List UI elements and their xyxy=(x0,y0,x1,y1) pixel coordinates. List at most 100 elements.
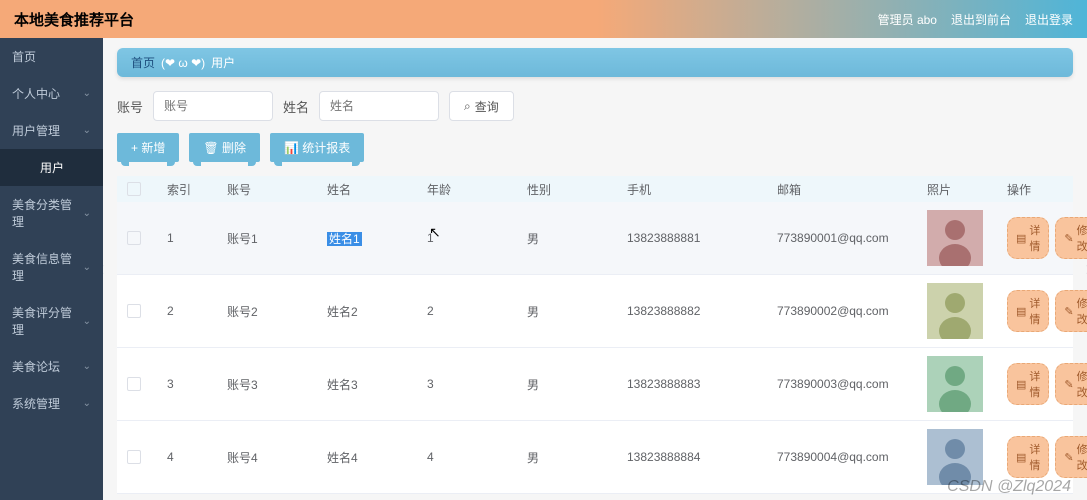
cell-index: 3 xyxy=(167,377,227,391)
sidebar-item-label: 美食评分管理 xyxy=(12,304,83,338)
sidebar-item-2[interactable]: 用户管理⌄ xyxy=(0,112,103,149)
breadcrumb-home[interactable]: 首页 xyxy=(131,54,155,71)
sidebar-item-label: 美食信息管理 xyxy=(12,250,83,284)
detail-button[interactable]: ▤详情 xyxy=(1007,363,1049,405)
table-row: 4账号4姓名44男13823888884773890004@qq.com▤详情✎… xyxy=(117,421,1073,494)
logout-link[interactable]: 退出登录 xyxy=(1025,11,1073,28)
main-panel: ‹ › 首页 (❤ ω ❤) 用户 账号 姓名 ⌕ 查询 + 新增 🗑 删除 📊… xyxy=(103,38,1087,500)
cell-gender: 男 xyxy=(527,376,627,393)
cell-email: 773890004@qq.com xyxy=(777,450,927,464)
chart-icon: 📊 xyxy=(284,141,302,155)
row-ops: ▤详情✎修改🗑删除 xyxy=(1007,436,1087,478)
detail-button[interactable]: ▤详情 xyxy=(1007,436,1049,478)
edit-button[interactable]: ✎修改 xyxy=(1055,290,1087,332)
cell-phone: 13823888883 xyxy=(627,377,777,391)
cell-account: 账号3 xyxy=(227,376,327,393)
col-age: 年龄 xyxy=(427,181,527,198)
plus-icon: + xyxy=(131,141,141,155)
cell-account: 账号2 xyxy=(227,303,327,320)
col-email: 邮箱 xyxy=(777,181,927,198)
sidebar-item-8[interactable]: 系统管理⌄ xyxy=(0,385,103,422)
sidebar-item-label: 美食论坛 xyxy=(12,358,60,375)
cell-email: 773890003@qq.com xyxy=(777,377,927,391)
row-checkbox[interactable] xyxy=(127,450,141,464)
sidebar-item-1[interactable]: 个人中心⌄ xyxy=(0,75,103,112)
cell-index: 1 xyxy=(167,231,227,245)
avatar[interactable] xyxy=(927,283,983,339)
search-icon: ⌕ xyxy=(464,99,471,114)
sidebar-item-3[interactable]: 用户 xyxy=(0,149,103,186)
cell-account: 账号1 xyxy=(227,230,327,247)
chevron-down-icon: ⌄ xyxy=(83,125,91,136)
col-photo: 照片 xyxy=(927,181,1007,198)
row-checkbox[interactable] xyxy=(127,231,141,245)
data-table: 索引 账号 姓名 年龄 性别 手机 邮箱 照片 操作 1账号1姓名11男1382… xyxy=(117,176,1073,494)
cell-index: 4 xyxy=(167,450,227,464)
cell-gender: 男 xyxy=(527,230,627,247)
name-input[interactable] xyxy=(319,91,439,121)
edit-icon: ✎ xyxy=(1064,378,1073,391)
exit-to-front-link[interactable]: 退出到前台 xyxy=(951,11,1011,28)
cell-phone: 13823888881 xyxy=(627,231,777,245)
cell-name: 姓名1 xyxy=(327,230,427,247)
col-phone: 手机 xyxy=(627,181,777,198)
carousel-prev-icon[interactable]: ‹ xyxy=(103,249,111,289)
edit-button[interactable]: ✎修改 xyxy=(1055,436,1087,478)
sidebar-item-label: 用户 xyxy=(40,159,64,176)
col-ops: 操作 xyxy=(1007,181,1063,198)
cell-index: 2 xyxy=(167,304,227,318)
sidebar-item-5[interactable]: 美食信息管理⌄ xyxy=(0,240,103,294)
breadcrumb-current: 用户 xyxy=(211,54,235,71)
chevron-down-icon: ⌄ xyxy=(83,208,91,219)
row-checkbox[interactable] xyxy=(127,377,141,391)
cell-name: 姓名2 xyxy=(327,303,427,320)
doc-icon: ▤ xyxy=(1016,232,1026,245)
sidebar-item-7[interactable]: 美食论坛 ⌄ xyxy=(0,348,103,385)
sidebar-item-label: 系统管理 xyxy=(12,395,60,412)
sidebar-item-6[interactable]: 美食评分管理⌄ xyxy=(0,294,103,348)
stats-button[interactable]: 📊 统计报表 xyxy=(270,133,364,162)
delete-button[interactable]: 🗑 删除 xyxy=(189,133,260,162)
sidebar: 首页个人中心⌄用户管理⌄用户美食分类管理⌄美食信息管理⌄美食评分管理⌄美食论坛⌄… xyxy=(0,38,103,500)
cell-age: 1 xyxy=(427,231,527,245)
table-row: 3账号3姓名33男13823888883773890003@qq.com▤详情✎… xyxy=(117,348,1073,421)
edit-button[interactable]: ✎修改 xyxy=(1055,363,1087,405)
detail-button[interactable]: ▤详情 xyxy=(1007,217,1049,259)
name-label: 姓名 xyxy=(283,97,309,116)
account-input[interactable] xyxy=(153,91,273,121)
doc-icon: ▤ xyxy=(1016,305,1026,318)
header-actions: 管理员 abo 退出到前台 退出登录 xyxy=(878,11,1073,28)
cell-age: 3 xyxy=(427,377,527,391)
breadcrumb-sep: (❤ ω ❤) xyxy=(161,56,205,70)
detail-button[interactable]: ▤详情 xyxy=(1007,290,1049,332)
search-bar: 账号 姓名 ⌕ 查询 xyxy=(117,91,1073,121)
trash-icon: 🗑 xyxy=(203,141,222,155)
cell-email: 773890001@qq.com xyxy=(777,231,927,245)
app-header: 本地美食推荐平台 管理员 abo 退出到前台 退出登录 xyxy=(0,0,1087,38)
cell-name: 姓名3 xyxy=(327,376,427,393)
app-title: 本地美食推荐平台 xyxy=(14,9,134,30)
cell-email: 773890002@qq.com xyxy=(777,304,927,318)
sidebar-item-4[interactable]: 美食分类管理⌄ xyxy=(0,186,103,240)
avatar[interactable] xyxy=(927,429,983,485)
chevron-down-icon: ⌄ xyxy=(83,262,91,273)
query-button[interactable]: ⌕ 查询 xyxy=(449,91,514,121)
add-button[interactable]: + 新增 xyxy=(117,133,179,162)
row-checkbox[interactable] xyxy=(127,304,141,318)
avatar[interactable] xyxy=(927,356,983,412)
sidebar-item-label: 首页 xyxy=(12,48,36,65)
cell-gender: 男 xyxy=(527,303,627,320)
sidebar-item-label: 美食分类管理 xyxy=(12,196,83,230)
carousel-next-icon[interactable]: › xyxy=(1079,249,1087,289)
sidebar-item-0[interactable]: 首页 xyxy=(0,38,103,75)
edit-icon: ✎ xyxy=(1064,305,1073,318)
col-account: 账号 xyxy=(227,181,327,198)
cell-age: 2 xyxy=(427,304,527,318)
doc-icon: ▤ xyxy=(1016,378,1026,391)
cell-gender: 男 xyxy=(527,449,627,466)
doc-icon: ▤ xyxy=(1016,451,1026,464)
chevron-down-icon: ⌄ xyxy=(83,361,91,372)
select-all-checkbox[interactable] xyxy=(127,182,141,196)
admin-label[interactable]: 管理员 abo xyxy=(878,11,937,28)
avatar[interactable] xyxy=(927,210,983,266)
